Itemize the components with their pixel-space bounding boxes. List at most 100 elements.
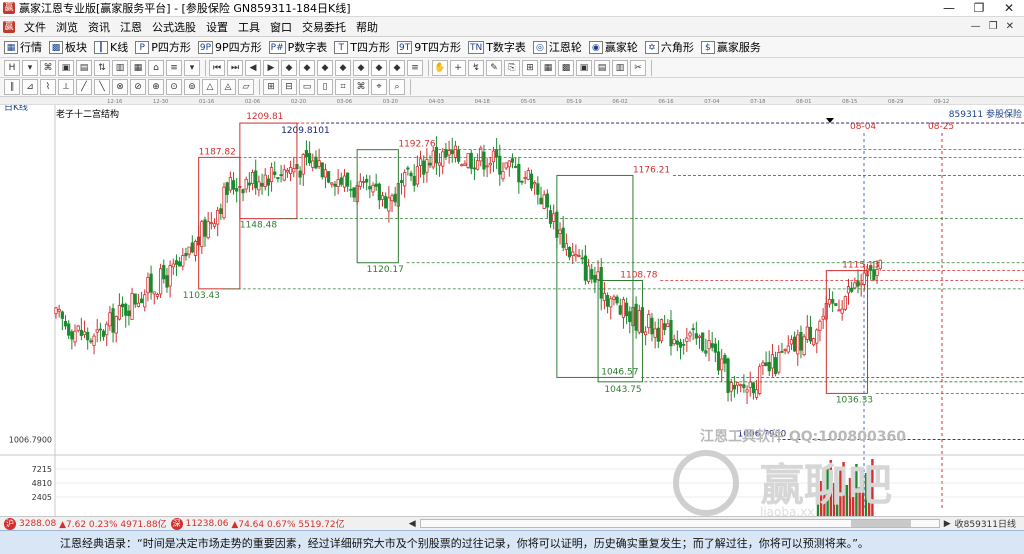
menu-item-5[interactable]: 设置 — [201, 19, 233, 35]
draw-tool-icon-0-12[interactable]: ◬ — [220, 79, 236, 95]
toolbar-button-4[interactable]: 9P 9P四方形 — [197, 39, 262, 55]
toolbar-button-8[interactable]: TN T数字表 — [467, 39, 526, 55]
volume-axis-label: 7215 — [32, 465, 52, 474]
toolbar-button-5[interactable]: P# P数字表 — [268, 39, 327, 55]
draw-tool-icon-1-5[interactable]: ⌘ — [353, 79, 369, 95]
child-window-button-2[interactable]: ✕ — [1006, 21, 1014, 32]
toolbar-button-7[interactable]: 9T 9T四方形 — [397, 39, 461, 55]
draw-tool-icon-0-0[interactable]: ∥ — [4, 79, 20, 95]
child-window-button-1[interactable]: ❐ — [989, 21, 998, 32]
draw-tool-icon-1-1[interactable]: ⊟ — [281, 79, 297, 95]
tool-icon-2-10[interactable]: ▥ — [612, 59, 628, 76]
draw-tool-icon-0-8[interactable]: ⊕ — [148, 79, 164, 95]
draw-tool-icon-0-6[interactable]: ⊗ — [112, 79, 128, 95]
tool-icon-0-4[interactable]: ▤ — [76, 59, 92, 76]
toolbar-button-0[interactable]: ▦ 行情 — [4, 39, 42, 55]
tool-icon-1-10[interactable]: ◆ — [389, 59, 405, 76]
tool-icon-0-3[interactable]: ▣ — [58, 59, 74, 76]
draw-tool-icon-1-6[interactable]: ⌖ — [371, 79, 387, 95]
tool-icon-0-10[interactable]: ▾ — [184, 59, 200, 76]
tool-icon-1-4[interactable]: ◆ — [281, 59, 297, 76]
tool-icon-1-5[interactable]: ◆ — [299, 59, 315, 76]
draw-tool-icon-0-11[interactable]: △ — [202, 79, 218, 95]
dropdown-arrow-icon[interactable] — [826, 118, 834, 123]
draw-tool-icon-0-13[interactable]: ▱ — [238, 79, 254, 95]
toolbar-button-2[interactable]: ┃ K线 — [94, 39, 128, 55]
child-window-button-0[interactable]: — — [971, 21, 981, 32]
menu-item-7[interactable]: 窗口 — [265, 19, 297, 35]
draw-tool-icon-0-5[interactable]: ╲ — [94, 79, 110, 95]
tool-icon-2-11[interactable]: ✂ — [630, 59, 646, 76]
restore-button[interactable]: ❐ — [964, 1, 994, 15]
candle-body — [580, 257, 584, 260]
tool-icon-0-5[interactable]: ⇅ — [94, 59, 110, 76]
toolbar-button-1[interactable]: ▩ 板块 — [49, 39, 87, 55]
draw-tool-icon-0-4[interactable]: ╱ — [76, 79, 92, 95]
scroll-right-icon[interactable]: ▶ — [944, 519, 951, 529]
menu-item-0[interactable]: 文件 — [19, 19, 51, 35]
toolbar-button-11[interactable]: ✡ 六角形 — [644, 39, 694, 55]
scroll-left-icon[interactable]: ◀ — [409, 519, 416, 529]
candle-body — [720, 358, 724, 371]
toolbar-button-10[interactable]: ◉ 赢家轮 — [588, 39, 638, 55]
tool-icon-2-9[interactable]: ▤ — [594, 59, 610, 76]
draw-tool-icon-0-3[interactable]: ⟂ — [58, 79, 74, 95]
tool-icon-0-0[interactable]: H — [4, 59, 20, 76]
draw-tool-icon-1-7[interactable]: ⌕ — [389, 79, 405, 95]
menu-item-8[interactable]: 交易委托 — [297, 19, 351, 35]
draw-tool-icon-0-9[interactable]: ⊙ — [166, 79, 182, 95]
menu-item-2[interactable]: 资讯 — [83, 19, 115, 35]
tool-icon-0-6[interactable]: ▥ — [112, 59, 128, 76]
tool-icon-2-1[interactable]: + — [450, 59, 466, 76]
menu-item-9[interactable]: 帮助 — [351, 19, 383, 35]
menu-item-3[interactable]: 江恩 — [115, 19, 147, 35]
draw-tool-icon-0-10[interactable]: ⊚ — [184, 79, 200, 95]
draw-tool-icon-1-0[interactable]: ⊞ — [263, 79, 279, 95]
tool-icon-2-5[interactable]: ⊞ — [522, 59, 538, 76]
tool-icon-2-7[interactable]: ▩ — [558, 59, 574, 76]
tool-icon-1-2[interactable]: ◀ — [245, 59, 261, 76]
toolbar-button-6[interactable]: T T四方形 — [334, 39, 390, 55]
tool-icon-1-9[interactable]: ◆ — [371, 59, 387, 76]
tool-icon-0-9[interactable]: ≡ — [166, 59, 182, 76]
menu-item-1[interactable]: 浏览 — [51, 19, 83, 35]
menu-bar: 赢文件 浏览 资讯 江恩 公式选股 设置 工具 窗口 交易委托 帮助 — ❐ ✕ — [0, 17, 1024, 37]
toolbar-button-9[interactable]: ◎ 江恩轮 — [532, 39, 582, 55]
draw-tool-icon-0-1[interactable]: ⊿ — [22, 79, 38, 95]
tool-icon-2-3[interactable]: ✎ — [486, 59, 502, 76]
candle-body — [143, 294, 147, 308]
tool-icon-2-4[interactable]: ⎘ — [504, 59, 520, 76]
toolbar-button-3[interactable]: P P四方形 — [135, 39, 191, 55]
candle-body — [174, 260, 179, 265]
draw-tool-icon-1-2[interactable]: ▭ — [299, 79, 315, 95]
tool-icon-1-11[interactable]: ≡ — [407, 59, 423, 76]
tool-icon-0-2[interactable]: ⌘ — [40, 59, 56, 76]
tool-icon-0-8[interactable]: ⌂ — [148, 59, 164, 76]
candlestick-chart[interactable]: 日K线 老子十二宫结构 859311 参股保险 08-04 08-25 1209.81 12… — [0, 105, 1024, 516]
draw-tool-icon-1-3[interactable]: ▯ — [317, 79, 333, 95]
tool-icon-1-3[interactable]: ▶ — [263, 59, 279, 76]
tool-icon-2-6[interactable]: ▦ — [540, 59, 556, 76]
scroll-track[interactable] — [419, 519, 940, 528]
draw-tool-icon-1-4[interactable]: ⌗ — [335, 79, 351, 95]
close-button[interactable]: ✕ — [994, 1, 1024, 15]
tool-icon-0-1[interactable]: ▾ — [22, 59, 38, 76]
tool-icon-0-7[interactable]: ▦ — [130, 59, 146, 76]
tool-icon-1-8[interactable]: ◆ — [353, 59, 369, 76]
candle-body — [225, 182, 229, 195]
draw-tool-icon-0-2[interactable]: ⌇ — [40, 79, 56, 95]
time-scroll[interactable]: ◀ ▶ 收859311日线 — [409, 517, 1024, 531]
draw-tool-icon-0-7[interactable]: ⊘ — [130, 79, 146, 95]
tool-icon-1-7[interactable]: ◆ — [335, 59, 351, 76]
tool-icon-2-8[interactable]: ▣ — [576, 59, 592, 76]
tool-icon-2-0[interactable]: ✋ — [432, 59, 448, 76]
tool-icon-2-2[interactable]: ↯ — [468, 59, 484, 76]
scroll-thumb[interactable] — [850, 520, 911, 527]
minimize-button[interactable]: — — [934, 1, 964, 15]
tool-icon-1-1[interactable]: ⏭ — [227, 59, 243, 76]
menu-item-6[interactable]: 工具 — [233, 19, 265, 35]
tool-icon-1-0[interactable]: ⏮ — [209, 59, 225, 76]
tool-icon-1-6[interactable]: ◆ — [317, 59, 333, 76]
menu-item-4[interactable]: 公式选股 — [147, 19, 201, 35]
toolbar-button-12[interactable]: $ 赢家服务 — [700, 39, 761, 55]
